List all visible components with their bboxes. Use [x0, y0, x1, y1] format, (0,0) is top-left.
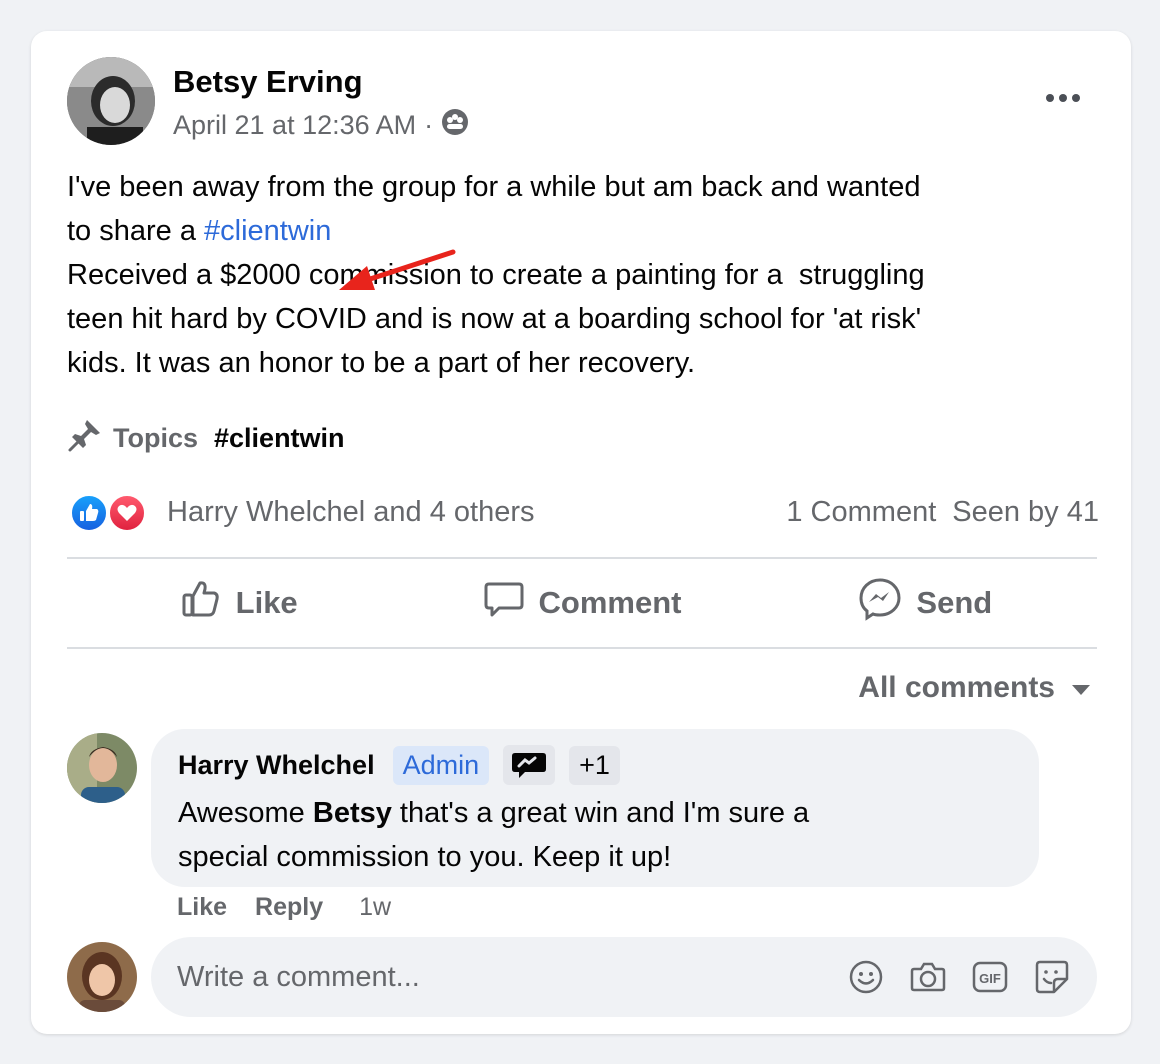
meta-separator: ·: [424, 110, 434, 140]
divider: [67, 647, 1097, 649]
comment-bubble-icon: [483, 578, 525, 628]
like-label: Like: [235, 585, 298, 620]
post-line: to share a #clientwin: [67, 215, 332, 247]
comment-input[interactable]: [177, 960, 847, 994]
post-meta: April 21 at 12:36 AM ·: [173, 108, 469, 143]
thumbs-up-icon: [180, 578, 222, 628]
topic-tag-link[interactable]: #clientwin: [214, 423, 345, 454]
comment-author[interactable]: Harry Whelchel: [178, 750, 375, 781]
hashtag-link[interactable]: #clientwin: [204, 215, 331, 247]
post-action-bar: Like Comment Send: [67, 559, 1097, 647]
dot-icon: [1059, 94, 1067, 102]
post-line: teen hit hard by COVID and is now at a b…: [67, 303, 922, 335]
gif-icon[interactable]: GIF: [971, 958, 1009, 996]
dot-icon: [1072, 94, 1080, 102]
comment-composer: GIF: [151, 937, 1097, 1017]
love-reaction-icon: [107, 493, 147, 533]
seen-by-count[interactable]: Seen by 41: [952, 496, 1099, 529]
comment-actions: Like Reply 1w: [177, 893, 391, 922]
comment-label: Comment: [538, 585, 682, 620]
topics-label: Topics: [113, 423, 199, 453]
dot-icon: [1046, 94, 1054, 102]
caret-down-icon: [1071, 671, 1091, 705]
comment-button[interactable]: Comment: [410, 559, 753, 647]
composer-tools: GIF: [847, 958, 1071, 996]
sticker-icon[interactable]: [1033, 958, 1071, 996]
send-label: Send: [916, 585, 993, 620]
all-comments-filter[interactable]: All comments: [858, 671, 1091, 705]
pin-icon: [67, 417, 103, 460]
group-icon: [441, 108, 469, 143]
reaction-icons[interactable]: [69, 491, 153, 533]
svg-text:GIF: GIF: [979, 971, 1001, 986]
topics-row: Topics #clientwin: [67, 417, 345, 460]
current-user-avatar[interactable]: [67, 942, 137, 1012]
post-timestamp[interactable]: April 21 at 12:36 AM: [173, 110, 416, 141]
conversation-starter-badge-icon[interactable]: [503, 745, 556, 785]
post-card: Betsy Erving April 21 at 12:36 AM · I've…: [31, 31, 1131, 1034]
badge-more-count[interactable]: +1: [569, 745, 620, 785]
annotation-arrow-icon: [339, 249, 456, 290]
more-options-button[interactable]: [1041, 87, 1085, 109]
reactions-summary[interactable]: Harry Whelchel and 4 others: [167, 496, 535, 529]
post-line: I've been away from the group for a whil…: [67, 171, 921, 203]
like-reaction-icon: [69, 493, 109, 533]
comment-bubble: Harry Whelchel Admin +1 Awesome Betsy th…: [151, 729, 1039, 887]
comment-header: Harry Whelchel Admin +1: [178, 743, 1012, 787]
author-avatar[interactable]: [67, 57, 155, 145]
commenter-avatar[interactable]: [67, 733, 137, 803]
post-author-name[interactable]: Betsy Erving: [173, 64, 363, 100]
post-line: kids. It was an honor to be a part of he…: [67, 347, 696, 379]
filter-label: All comments: [858, 671, 1055, 704]
camera-icon[interactable]: [909, 958, 947, 996]
comment-text: Awesome Betsy that's a great win and I'm…: [178, 797, 810, 873]
comment-count[interactable]: 1 Comment: [786, 496, 936, 529]
post-stats: 1 Comment Seen by 41: [786, 496, 1099, 529]
post-line: Received a $2000 commission to create a …: [67, 259, 925, 291]
messenger-icon: [858, 577, 902, 629]
admin-badge[interactable]: Admin: [392, 745, 490, 785]
comment-time[interactable]: 1w: [359, 893, 391, 922]
comment-like-button[interactable]: Like: [177, 893, 227, 922]
emoji-icon[interactable]: [847, 958, 885, 996]
comment-reply-button[interactable]: Reply: [255, 893, 323, 922]
post-body: I've been away from the group for a whil…: [67, 165, 1097, 385]
mentioned-user[interactable]: Betsy: [313, 797, 392, 829]
reactions-row: Harry Whelchel and 4 others 1 Comment Se…: [69, 491, 1099, 533]
like-button[interactable]: Like: [67, 559, 410, 647]
send-button[interactable]: Send: [754, 559, 1097, 647]
